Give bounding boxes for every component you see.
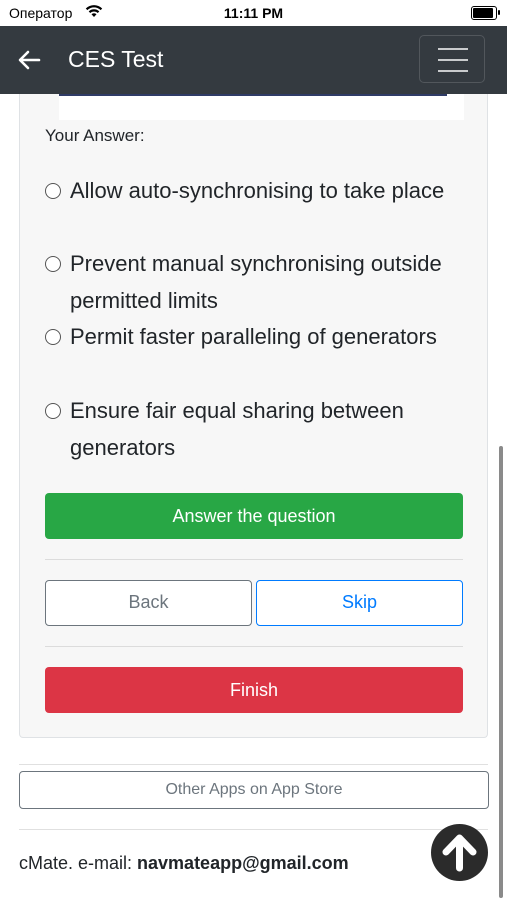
back-button[interactable]: Back	[45, 580, 252, 626]
skip-button[interactable]: Skip	[256, 580, 463, 626]
contact-prefix: cMate. e-mail:	[19, 853, 138, 873]
clock: 11:11 PM	[223, 5, 284, 21]
option-label: Prevent manual synchronising outside per…	[70, 251, 442, 313]
menu-toggle-button[interactable]	[419, 35, 485, 83]
divider	[45, 559, 463, 560]
answer-option-4[interactable]: Ensure fair equal sharing between genera…	[45, 392, 465, 466]
contact-info: cMate. e-mail: navmateapp@gmail.com	[19, 853, 349, 874]
contact-email[interactable]: navmateapp@gmail.com	[137, 853, 349, 873]
hamburger-line	[438, 59, 468, 61]
answer-option-1[interactable]: Allow auto-synchronising to take place	[45, 172, 465, 246]
other-apps-button[interactable]: Other Apps on App Store	[19, 771, 489, 809]
radio-button[interactable]	[45, 183, 61, 199]
status-bar: Оператор 11:11 PM	[0, 0, 507, 26]
radio-button[interactable]	[45, 256, 61, 272]
answer-label: Your Answer:	[45, 126, 145, 145]
question-text-box	[59, 94, 464, 120]
page-title: CES Test	[68, 46, 164, 72]
radio-button[interactable]	[45, 403, 61, 419]
divider	[19, 764, 488, 765]
hamburger-line	[438, 70, 468, 72]
divider	[45, 646, 463, 647]
arrow-left-icon[interactable]	[17, 50, 41, 70]
option-label: Allow auto-synchronising to take place	[70, 178, 445, 203]
answer-option-2[interactable]: Prevent manual synchronising outside per…	[45, 245, 465, 319]
finish-button[interactable]: Finish	[45, 667, 463, 713]
answer-option-3[interactable]: Permit faster paralleling of generators	[45, 318, 465, 392]
top-navbar: CES Test	[0, 26, 507, 94]
question-box-border	[59, 94, 447, 96]
scroll-to-top-button[interactable]	[431, 824, 488, 881]
option-label: Ensure fair equal sharing between genera…	[70, 398, 404, 460]
option-label: Permit faster paralleling of generators	[70, 324, 437, 349]
hamburger-line	[438, 48, 468, 50]
divider	[19, 829, 488, 830]
vertical-scrollbar[interactable]	[499, 446, 503, 898]
radio-button[interactable]	[45, 329, 61, 345]
answer-question-button[interactable]: Answer the question	[45, 493, 463, 539]
battery-icon	[471, 6, 500, 20]
arrow-up-circle-icon	[442, 834, 477, 872]
